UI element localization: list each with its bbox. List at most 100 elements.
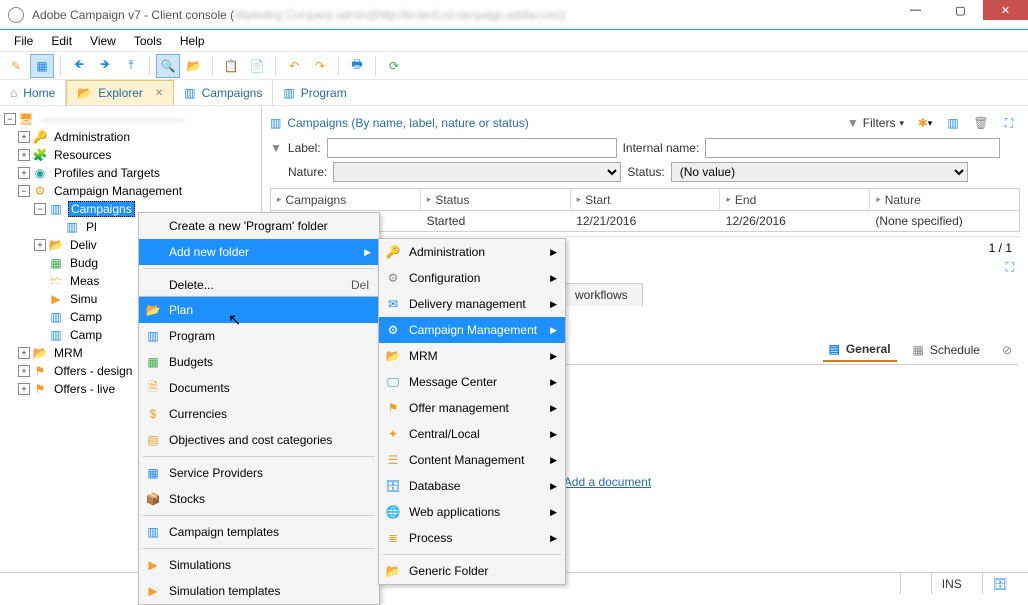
grid-header[interactable]: ▸Campaigns ▸Status ▸Start ▸End ▸Nature xyxy=(271,189,1019,211)
target-icon[interactable]: ⛶ xyxy=(1006,260,1014,275)
tool-redo[interactable]: ↷ xyxy=(308,54,332,78)
ctx-cat-mrm[interactable]: 📂MRM▶ xyxy=(379,343,565,369)
ctx-add-new-folder[interactable]: Add new folder▶ xyxy=(139,239,379,265)
tree-profiles[interactable]: +◉Profiles and Targets xyxy=(0,164,261,182)
ctx-objectives[interactable]: ▤Objectives and cost categories xyxy=(139,427,379,453)
close-button[interactable]: ✕ xyxy=(983,0,1028,20)
ctx-create-program[interactable]: Create a new 'Program' folder xyxy=(139,213,379,239)
ctx-cat-mc[interactable]: 🖵Message Center▶ xyxy=(379,369,565,395)
context-menu-folder: Create a new 'Program' folder Add new fo… xyxy=(138,212,380,299)
ctx-campaign-templates[interactable]: ▥Campaign templates xyxy=(139,519,379,545)
menu-file[interactable]: File xyxy=(6,31,41,51)
status-db-icon[interactable]: 🗄 xyxy=(982,573,1018,594)
status-select[interactable]: (No value) xyxy=(671,162,968,182)
tab-general[interactable]: ▤General xyxy=(823,338,897,362)
col-end[interactable]: End xyxy=(735,193,756,207)
nav-back[interactable]: 🡸 xyxy=(67,54,91,78)
ctx-cat-content[interactable]: ☰Content Management▶ xyxy=(379,447,565,473)
menu-help[interactable]: Help xyxy=(172,31,213,51)
titlebar: Adobe Campaign v7 - Client console ( Mar… xyxy=(0,0,1028,30)
ctx-simulations[interactable]: ▶Simulations xyxy=(139,552,379,578)
col-status[interactable]: Status xyxy=(435,193,469,207)
settings-button[interactable]: ✱▾ xyxy=(914,112,936,134)
name-input[interactable] xyxy=(705,138,1000,158)
col-campaigns[interactable]: Campaigns xyxy=(286,193,347,207)
tree-administration[interactable]: +🔑Administration xyxy=(0,128,261,146)
tool-search[interactable]: 🔍 xyxy=(156,54,180,78)
tree-resources[interactable]: +🧩Resources xyxy=(0,146,261,164)
ctx-stocks[interactable]: 📦Stocks xyxy=(139,486,379,512)
offers-live-icon: ⚑ xyxy=(32,381,48,397)
ctx-cat-db[interactable]: 🗄Database▶ xyxy=(379,473,565,499)
tool-new[interactable]: ✎ xyxy=(4,54,28,78)
ctx-cat-cm[interactable]: ⚙Campaign Management▶ xyxy=(379,317,565,343)
server-icon: 🖥 xyxy=(18,111,34,127)
breadcrumb[interactable]: ▥ Campaigns (By name, label, nature or s… xyxy=(270,116,529,130)
folder-icon: ▥ xyxy=(48,309,64,325)
ctx-cat-cl[interactable]: ✦Central/Local▶ xyxy=(379,421,565,447)
table-row[interactable]: DP1) Started 12/21/2016 12/26/2016 (None… xyxy=(271,211,1019,231)
chevron-right-icon: ▶ xyxy=(550,429,557,440)
list-icon: ▤ xyxy=(829,342,840,356)
maximize-button[interactable]: ▢ xyxy=(938,0,983,20)
close-icon[interactable]: ✕ xyxy=(155,88,163,99)
ctx-cat-delivery[interactable]: ✉Delivery management▶ xyxy=(379,291,565,317)
ctx-budgets[interactable]: ▦Budgets xyxy=(139,349,379,375)
tree-campaign-management[interactable]: −⚙Campaign Management xyxy=(0,182,261,200)
menu-view[interactable]: View xyxy=(82,31,124,51)
tab-schedule[interactable]: ▦Schedule xyxy=(907,339,986,361)
tab-home[interactable]: ⌂ Home xyxy=(0,80,66,105)
breadcrumb-label: Campaigns (By name, label, nature or sta… xyxy=(287,116,528,130)
ctx-cat-config[interactable]: ⚙Configuration▶ xyxy=(379,265,565,291)
tree-root[interactable]: −🖥———————————— xyxy=(0,110,261,128)
ctx-providers[interactable]: ▦Service Providers xyxy=(139,460,379,486)
fullscreen-button[interactable]: ⛶ xyxy=(998,112,1020,134)
cell-status: Started xyxy=(421,214,571,228)
folder-icon: 📂 xyxy=(77,86,92,100)
admin-icon: 🔑 xyxy=(32,129,48,145)
ctx-cat-generic[interactable]: 📂Generic Folder xyxy=(379,558,565,584)
minimize-button[interactable]: — xyxy=(893,0,938,20)
nav-up[interactable]: ⤒ xyxy=(119,54,143,78)
ctx-documents[interactable]: 🗎Documents xyxy=(139,375,379,401)
tab-more[interactable]: ⊘ xyxy=(996,339,1018,361)
refresh-list-button[interactable]: ▥ xyxy=(942,112,964,134)
filters-button[interactable]: ▼ Filters ▾ xyxy=(843,114,908,132)
tool-grid[interactable]: ▦ xyxy=(30,54,54,78)
ctx-delete[interactable]: Delete...Del xyxy=(139,272,379,298)
tab-workflows[interactable]: workflows xyxy=(560,283,643,306)
col-start[interactable]: Start xyxy=(585,193,610,207)
chevron-right-icon: ▶ xyxy=(550,403,557,414)
menu-tools[interactable]: Tools xyxy=(126,31,170,51)
ctx-currencies[interactable]: $Currencies xyxy=(139,401,379,427)
ctx-cat-offer[interactable]: ⚑Offer management▶ xyxy=(379,395,565,421)
ctx-cat-process[interactable]: ≣Process▶ xyxy=(379,525,565,551)
ctx-cat-web[interactable]: 🌐Web applications▶ xyxy=(379,499,565,525)
tool-print[interactable]: 🖶 xyxy=(345,54,369,78)
ctx-plan[interactable]: 📂Plan xyxy=(139,297,379,323)
home-icon: ⌂ xyxy=(10,86,17,100)
nav-forward[interactable]: 🡺 xyxy=(93,54,117,78)
ctx-program[interactable]: ▥Program xyxy=(139,323,379,349)
col-nature[interactable]: Nature xyxy=(885,193,921,207)
tool-folder[interactable]: 📂 xyxy=(182,54,206,78)
menu-edit[interactable]: Edit xyxy=(43,31,80,51)
monitor-icon: 🖵 xyxy=(385,374,401,390)
content-header: ▥ Campaigns (By name, label, nature or s… xyxy=(262,106,1028,184)
tab-campaigns[interactable]: ▥ Campaigns xyxy=(174,80,273,105)
tool-paste[interactable]: 📄 xyxy=(245,54,269,78)
chevron-right-icon: ▶ xyxy=(550,325,557,336)
ctx-sim-templates[interactable]: ▶Simulation templates xyxy=(139,578,379,604)
tab-program[interactable]: ▥ Program xyxy=(273,80,356,105)
tool-refresh[interactable]: ⟳ xyxy=(382,54,406,78)
tool-copy[interactable]: 📋 xyxy=(219,54,243,78)
shortcut-del: Del xyxy=(351,278,369,292)
tool-undo[interactable]: ↶ xyxy=(282,54,306,78)
tab-explorer[interactable]: 📂 Explorer ✕ xyxy=(66,80,174,105)
filter-icon: ▼ xyxy=(270,141,282,155)
folder-icon: ▥ xyxy=(48,327,64,343)
label-input[interactable] xyxy=(327,138,617,158)
ctx-cat-admin[interactable]: 🔑Administration▶ xyxy=(379,239,565,265)
nature-select[interactable] xyxy=(333,162,621,182)
delete-button[interactable]: 🗑 xyxy=(970,112,992,134)
